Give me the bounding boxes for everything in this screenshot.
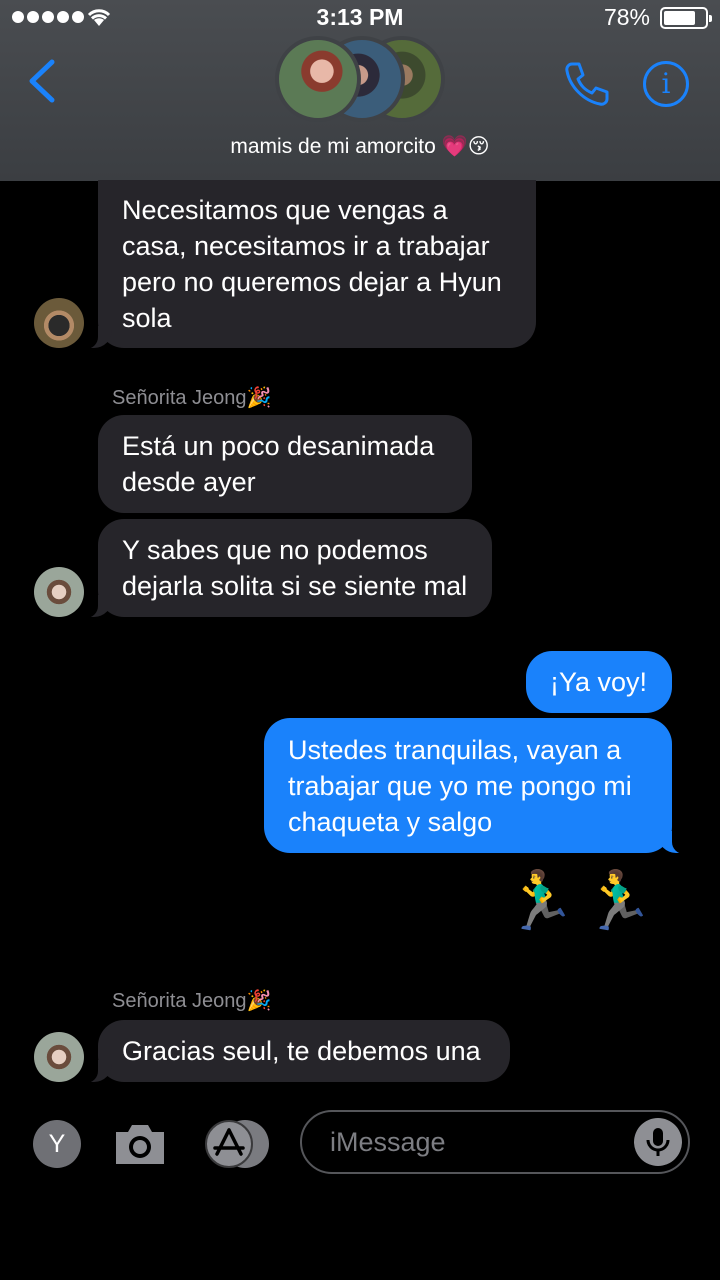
battery-icon bbox=[660, 7, 712, 29]
sender-name: Señorita Jeong🎉 bbox=[112, 990, 272, 1012]
message-line: trabajar que yo me pongo mi bbox=[288, 771, 632, 801]
message-line: ¡Ya voy! bbox=[550, 667, 648, 697]
status-bar: 3:13 PM 78% bbox=[0, 0, 720, 36]
message-line: dejarla solita si se siente mal bbox=[122, 571, 468, 601]
info-icon[interactable]: i bbox=[643, 61, 689, 107]
message-line: Necesitamos que vengas a bbox=[122, 195, 448, 225]
message-line: Está un poco desanimada bbox=[122, 431, 435, 461]
app-store-button[interactable] bbox=[205, 1120, 269, 1168]
incoming-message-bubble[interactable]: Está un poco desanimada desde ayer bbox=[98, 415, 472, 513]
app-store-icon bbox=[205, 1120, 253, 1168]
running-man-emoji-message[interactable]: 🏃‍♂️🏃‍♂️ bbox=[504, 866, 660, 936]
outgoing-message-bubble[interactable]: ¡Ya voy! bbox=[526, 651, 672, 713]
y-app-button[interactable]: Y bbox=[33, 1120, 81, 1168]
conversation-header: 3:13 PM 78% mamis de mi amorcito 💗😚 i bbox=[0, 0, 720, 181]
incoming-message-bubble[interactable]: Gracias seul, te debemos una bbox=[80, 1020, 510, 1083]
sender-avatar[interactable] bbox=[34, 1032, 84, 1082]
outgoing-message-bubble[interactable]: Ustedes tranquilas, vayan a trabajar que… bbox=[264, 718, 690, 854]
phone-icon[interactable] bbox=[562, 60, 610, 108]
message-line: casa, necesitamos ir a trabajar bbox=[122, 231, 490, 261]
chat-title[interactable]: mamis de mi amorcito 💗😚 bbox=[0, 134, 720, 159]
camera-icon[interactable] bbox=[112, 1120, 168, 1168]
message-line: desde ayer bbox=[122, 467, 256, 497]
incoming-message-bubble[interactable]: Y sabes que no podemos dejarla solita si… bbox=[80, 519, 492, 618]
message-line: pero no queremos dejar a Hyun bbox=[122, 267, 502, 297]
message-line: Ustedes tranquilas, vayan a bbox=[288, 735, 622, 765]
battery-level bbox=[664, 11, 695, 25]
sender-name: Señorita Jeong🎉 bbox=[112, 387, 272, 409]
message-line: Y sabes que no podemos bbox=[122, 535, 428, 565]
sender-avatar[interactable] bbox=[34, 567, 84, 617]
message-line: chaqueta y salgo bbox=[288, 807, 493, 837]
message-line: sola bbox=[122, 303, 172, 333]
group-member-avatar bbox=[275, 36, 361, 122]
microphone-icon[interactable] bbox=[634, 1118, 682, 1166]
sender-avatar[interactable] bbox=[34, 298, 84, 348]
incoming-message-bubble[interactable]: Necesitamos que vengas a casa, necesitam… bbox=[80, 180, 536, 349]
battery-percent: 78% bbox=[603, 4, 650, 30]
group-avatar-stack[interactable] bbox=[275, 36, 445, 124]
imessage-placeholder: iMessage bbox=[330, 1127, 446, 1157]
imessage-input[interactable]: iMessage bbox=[300, 1110, 690, 1174]
message-line: Gracias seul, te debemos una bbox=[122, 1036, 481, 1066]
back-chevron-icon[interactable] bbox=[24, 58, 60, 104]
